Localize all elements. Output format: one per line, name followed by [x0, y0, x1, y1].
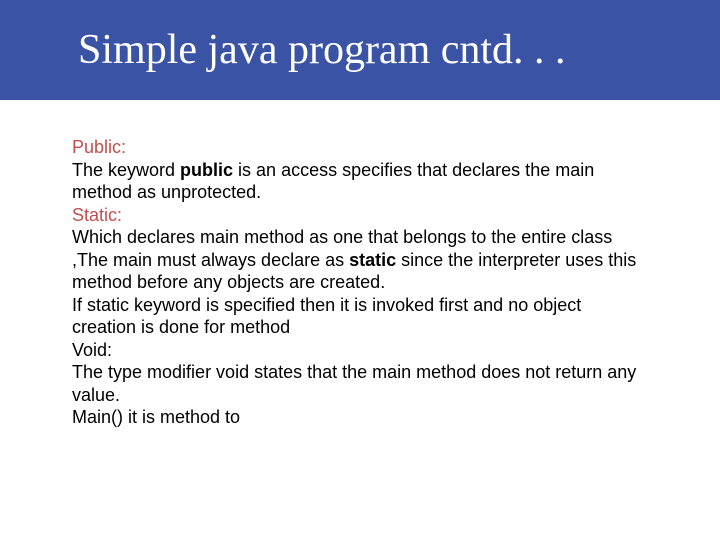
static-text-3: If static keyword is specified then it i… — [72, 295, 581, 338]
public-keyword-label: Public: — [72, 137, 126, 157]
content-block: Public: The keyword public is an access … — [72, 136, 648, 429]
slide-header: Simple java program cntd. . . — [0, 0, 720, 100]
void-text: The type modifier void states that the m… — [72, 362, 636, 405]
static-bold: static — [349, 250, 396, 270]
slide-title: Simple java program cntd. . . — [78, 26, 566, 74]
public-text-1: The keyword — [72, 160, 180, 180]
public-bold: public — [180, 160, 233, 180]
static-keyword-label: Static: — [72, 205, 122, 225]
slide-content: Public: The keyword public is an access … — [0, 100, 720, 429]
main-text: Main() it is method to — [72, 407, 240, 427]
void-keyword-label: Void: — [72, 340, 112, 360]
